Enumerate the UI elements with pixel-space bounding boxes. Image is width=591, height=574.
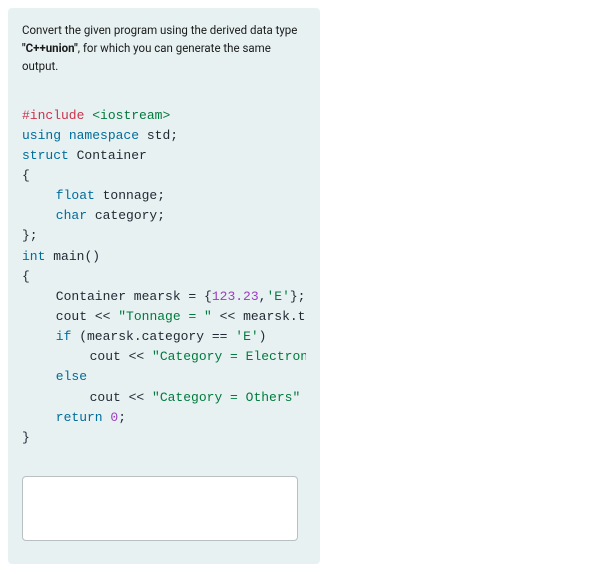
code-token: std <box>147 128 170 143</box>
code-token: cout <box>90 349 121 364</box>
answer-input[interactable] <box>22 476 298 541</box>
question-card: Convert the given program using the deri… <box>8 8 320 564</box>
code-token: ; <box>118 410 126 425</box>
code-token: float <box>56 188 95 203</box>
code-token: << <box>121 390 152 405</box>
code-token: return <box>56 410 103 425</box>
code-token: << <box>212 309 243 324</box>
code-block: #include <iostream> using namespace std;… <box>22 85 306 448</box>
code-token: cout <box>56 309 87 324</box>
code-token: Container mearsk <box>56 289 181 304</box>
code-token: main <box>53 249 84 264</box>
code-token: }; <box>290 289 306 304</box>
code-token: namespace <box>69 128 139 143</box>
code-token: "Tonnage = " <box>118 309 212 324</box>
prompt-line-2a: , for which you can generate the same <box>78 41 271 55</box>
code-token: using <box>22 128 61 143</box>
code-token: "Category = Electron <box>152 349 306 364</box>
prompt-line-1: Convert the given program using the deri… <box>22 23 297 37</box>
code-token: ; <box>157 208 165 223</box>
prompt-line-3: output. <box>22 59 58 73</box>
code-token: mearsk.t <box>243 309 305 324</box>
code-token: if <box>56 329 72 344</box>
code-token: << <box>121 349 152 364</box>
code-token: { <box>22 168 30 183</box>
code-token: 123.23 <box>212 289 259 304</box>
code-token: tonnage <box>103 188 158 203</box>
code-token: = <box>181 289 204 304</box>
code-token: ; <box>170 128 178 143</box>
code-token: << <box>87 309 118 324</box>
code-token: ) <box>259 329 267 344</box>
code-token: char <box>56 208 87 223</box>
code-token: }; <box>22 228 38 243</box>
code-token: } <box>22 430 30 445</box>
code-token: { <box>204 289 212 304</box>
page: Convert the given program using the deri… <box>0 0 591 574</box>
code-token: int <box>22 249 45 264</box>
code-token: == <box>212 329 228 344</box>
code-token: category <box>95 208 157 223</box>
code-token: #include <box>22 108 84 123</box>
code-token: 'E' <box>235 329 258 344</box>
code-token: <iostream> <box>92 108 170 123</box>
code-token: ; <box>157 188 165 203</box>
code-token: 'E' <box>266 289 289 304</box>
prompt-keyword: "C++union" <box>22 41 78 55</box>
code-token: cout <box>90 390 121 405</box>
code-token: (mearsk.category <box>71 329 211 344</box>
question-prompt: Convert the given program using the deri… <box>22 22 306 75</box>
code-token: "Category = Others" <box>152 390 300 405</box>
code-token: else <box>56 369 87 384</box>
code-token: Container <box>77 148 147 163</box>
code-token: { <box>22 269 30 284</box>
code-token: () <box>84 249 100 264</box>
code-token: struct <box>22 148 69 163</box>
